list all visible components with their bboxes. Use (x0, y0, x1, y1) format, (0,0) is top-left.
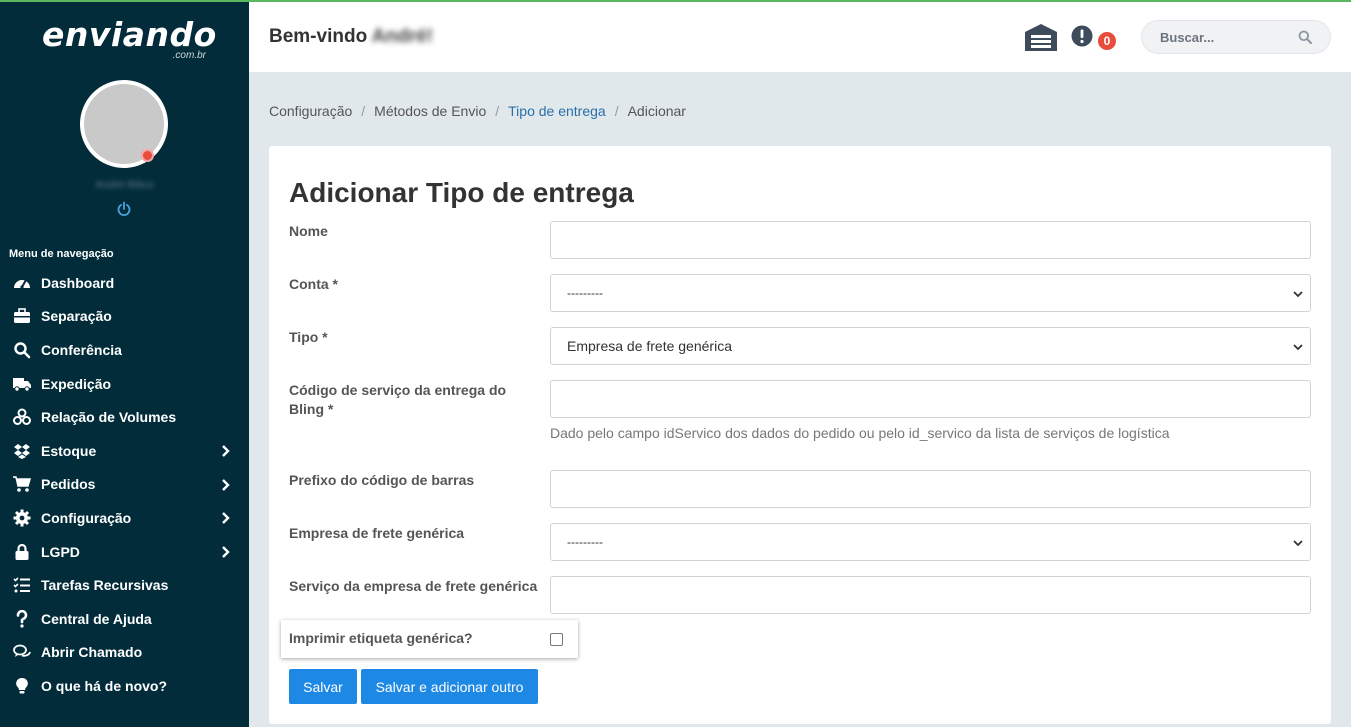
empresa-selected-value: --------- (567, 535, 603, 549)
imprimir-label: Imprimir etiqueta genérica? (289, 630, 473, 646)
nav-menu: Dashboard Separação Conferência Expediçã… (0, 266, 249, 703)
search-input[interactable] (1160, 21, 1300, 53)
nome-input[interactable] (550, 221, 1311, 259)
chevron-right-icon (222, 545, 230, 558)
sidebar-item-label: O que há de novo? (41, 677, 168, 694)
breadcrumb-item-tipo-entrega[interactable]: Tipo de entrega (508, 103, 606, 119)
comments-icon (12, 643, 32, 661)
tipo-selected-value: Empresa de frete genérica (567, 338, 732, 354)
cart-icon (12, 475, 32, 493)
tipo-select[interactable]: Empresa de frete genérica (550, 327, 1311, 365)
tipo-label: Tipo * (289, 329, 328, 345)
search-icon (12, 341, 32, 359)
sidebar-item-separacao[interactable]: Separação (0, 300, 249, 334)
truck-icon (12, 375, 32, 393)
sidebar-item-label: Dashboard (41, 274, 115, 291)
sidebar-item-conferencia[interactable]: Conferência (0, 333, 249, 367)
briefcase-icon (12, 307, 32, 325)
conta-label: Conta * (289, 276, 338, 292)
breadcrumb: Configuração / Métodos de Envio / Tipo d… (269, 103, 686, 119)
page-title: Adicionar Tipo de entrega (289, 177, 634, 208)
search-box (1141, 20, 1331, 54)
codigo-label: Código de serviço da entrega do Bling * (289, 382, 507, 417)
sidebar-item-expedicao[interactable]: Expedição (0, 367, 249, 401)
welcome-prefix: Bem-vindo (269, 26, 368, 47)
servico-input[interactable] (550, 576, 1311, 614)
sidebar-item-label: Central de Ajuda (41, 610, 152, 627)
avatar[interactable] (80, 80, 168, 168)
sidebar-item-label: Separação (41, 308, 112, 325)
sidebar-item-label: Conferência (41, 341, 122, 358)
user-name: André Bilico (95, 179, 154, 191)
sidebar-item-estoque[interactable]: Estoque (0, 434, 249, 468)
top-header: Bem-vindo André! 0 (249, 2, 1351, 72)
form-card: Adicionar Tipo de entrega Nome Conta * -… (269, 146, 1331, 724)
sidebar-item-label: Estoque (41, 442, 97, 459)
sidebar-item-label: Configuração (41, 509, 132, 526)
sidebar-item-label: LGPD (41, 543, 80, 560)
gear-icon (12, 509, 32, 527)
breadcrumb-separator: / (361, 103, 366, 119)
search-icon[interactable] (1298, 30, 1312, 44)
status-dot (141, 149, 154, 162)
breadcrumb-item-adicionar: Adicionar (627, 103, 686, 119)
dropbox-icon (12, 442, 32, 460)
sidebar-item-tarefas[interactable]: Tarefas Recursivas (0, 568, 249, 602)
chevron-right-icon (222, 478, 230, 491)
brand-logo[interactable]: enviando .com.br (36, 16, 216, 62)
sidebar-item-label: Pedidos (41, 476, 96, 493)
boxes-icon (12, 408, 32, 426)
conta-selected-value: --------- (567, 286, 603, 300)
prefixo-label: Prefixo do código de barras (289, 472, 475, 488)
sidebar-item-dashboard[interactable]: Dashboard (0, 266, 249, 300)
sidebar-item-central-ajuda[interactable]: Central de Ajuda (0, 602, 249, 636)
prefixo-input[interactable] (550, 470, 1311, 508)
welcome-message: Bem-vindo André! (269, 26, 433, 48)
breadcrumb-item-configuracao[interactable]: Configuração (269, 103, 352, 119)
nome-label: Nome (289, 223, 328, 239)
brand-name: enviando (42, 15, 217, 54)
chevron-right-icon (222, 445, 230, 457)
question-icon (12, 609, 32, 628)
sidebar-item-lgpd[interactable]: LGPD (0, 535, 249, 569)
warehouse-icon[interactable] (1024, 23, 1058, 51)
breadcrumb-separator: / (495, 103, 500, 119)
sidebar-item-label: Relação de Volumes (41, 409, 177, 426)
empresa-select[interactable]: --------- (550, 523, 1311, 561)
power-icon[interactable] (116, 201, 132, 217)
nav-heading: Menu de navegação (9, 248, 114, 260)
sidebar-item-label: Tarefas Recursivas (41, 577, 169, 594)
breadcrumb-separator: / (614, 103, 619, 119)
brand-suffix: .com.br (172, 50, 206, 61)
notification-badge[interactable]: 0 (1098, 32, 1116, 50)
sidebar: enviando .com.br André Bilico Menu de na… (0, 2, 249, 727)
breadcrumb-item-metodos[interactable]: Métodos de Envio (374, 103, 486, 119)
gauge-icon (12, 274, 32, 292)
conta-select[interactable]: --------- (550, 274, 1311, 312)
alert-icon[interactable] (1071, 25, 1093, 47)
chevron-right-icon (222, 512, 230, 525)
empresa-label: Empresa de frete genérica (289, 525, 465, 541)
servico-label: Serviço da empresa de frete genérica (289, 578, 538, 594)
lock-icon (12, 543, 32, 561)
sidebar-item-abrir-chamado[interactable]: Abrir Chamado (0, 636, 249, 670)
codigo-input[interactable] (550, 380, 1311, 418)
chevron-down-icon (1293, 291, 1303, 298)
tasks-icon (12, 576, 32, 594)
sidebar-item-configuracao[interactable]: Configuração (0, 501, 249, 535)
save-and-add-button[interactable]: Salvar e adicionar outro (361, 669, 538, 704)
sidebar-item-label: Abrir Chamado (41, 644, 143, 661)
chevron-down-icon (1293, 540, 1303, 547)
sidebar-item-pedidos[interactable]: Pedidos (0, 468, 249, 502)
sidebar-item-label: Expedição (41, 375, 112, 392)
sidebar-item-novidades[interactable]: O que há de novo? (0, 669, 249, 703)
save-button[interactable]: Salvar (289, 669, 357, 704)
lightbulb-icon (12, 677, 32, 695)
imprimir-checkbox[interactable] (550, 633, 563, 646)
chevron-down-icon (1293, 344, 1303, 351)
codigo-help-text: Dado pelo campo idServico dos dados do p… (550, 425, 1170, 441)
imprimir-checkbox-row: Imprimir etiqueta genérica? (281, 620, 578, 658)
welcome-name: André! (371, 26, 433, 47)
sidebar-item-relacao-volumes[interactable]: Relação de Volumes (0, 400, 249, 434)
